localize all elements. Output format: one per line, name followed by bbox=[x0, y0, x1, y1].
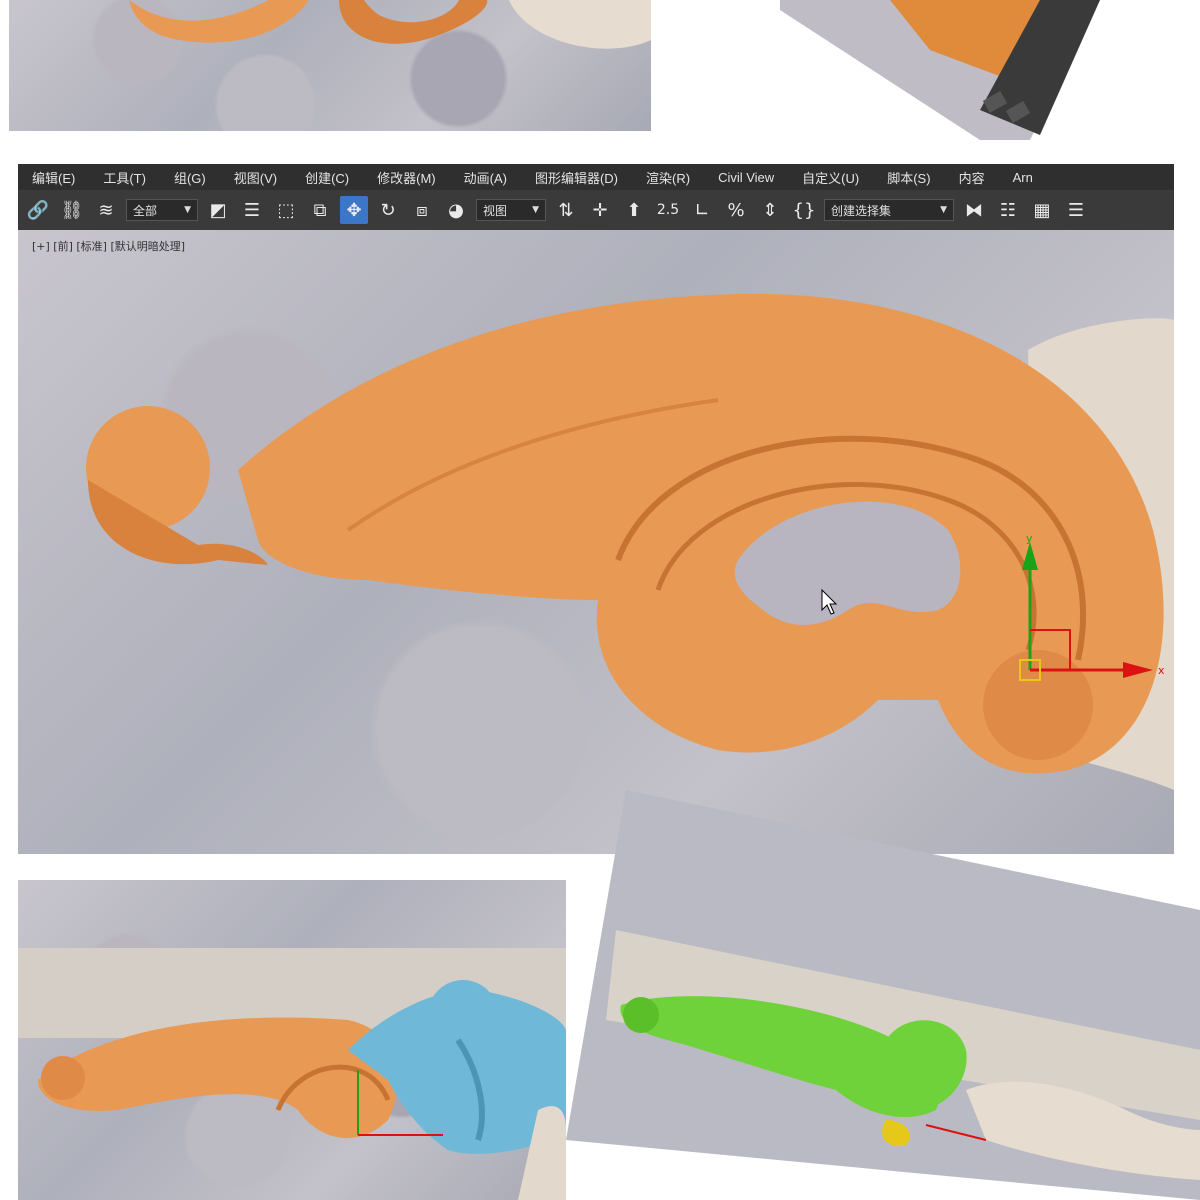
select-object-icon[interactable]: ◩ bbox=[204, 196, 232, 224]
move-icon[interactable]: ✥ bbox=[340, 196, 368, 224]
menu-content[interactable]: 内容 bbox=[945, 168, 999, 187]
link-icon[interactable]: 🔗 bbox=[24, 196, 52, 224]
named-selection-set-select[interactable]: 创建选择集 ▼ bbox=[824, 199, 954, 221]
menu-civil-view[interactable]: Civil View bbox=[704, 170, 788, 185]
selection-filter-select[interactable]: 全部 ▼ bbox=[126, 199, 198, 221]
unlink-icon[interactable]: ⛓ bbox=[58, 196, 86, 224]
scale-icon[interactable]: ⧈ bbox=[408, 196, 436, 224]
bind-spacewarp-icon[interactable]: ≋ bbox=[92, 196, 120, 224]
reference-coord-value: 视图 bbox=[483, 203, 508, 218]
layer-explorer-icon[interactable]: ▦ bbox=[1028, 196, 1056, 224]
top-right-tilted-view bbox=[780, 0, 1100, 140]
reference-coord-select[interactable]: 视图 ▼ bbox=[476, 199, 546, 221]
mirror-icon[interactable]: ⧓ bbox=[960, 196, 988, 224]
align-icon[interactable]: ☷ bbox=[994, 196, 1022, 224]
top-left-preview bbox=[9, 0, 651, 131]
rect-selection-icon[interactable]: ⬚ bbox=[272, 196, 300, 224]
menu-tools[interactable]: 工具(T) bbox=[89, 168, 160, 187]
bottom-right-tilted-carving bbox=[566, 790, 1200, 1200]
spinner-snap-icon[interactable]: ⇕ bbox=[756, 196, 784, 224]
chevron-down-icon: ▼ bbox=[184, 205, 191, 215]
chevron-down-icon: ▼ bbox=[532, 205, 539, 215]
front-viewport[interactable]: [+] [前] [标准] [默认明暗处理] y x bbox=[18, 230, 1174, 854]
menu-arnold[interactable]: Arn bbox=[999, 170, 1047, 185]
menu-scripting[interactable]: 脚本(S) bbox=[873, 168, 944, 187]
menu-bar: 编辑(E) 工具(T) 组(G) 视图(V) 创建(C) 修改器(M) 动画(A… bbox=[18, 164, 1174, 190]
keyboard-shortcut-icon[interactable]: ⬆ bbox=[620, 196, 648, 224]
main-3dsmax-window: 编辑(E) 工具(T) 组(G) 视图(V) 创建(C) 修改器(M) 动画(A… bbox=[18, 164, 1174, 854]
bottom-left-carving bbox=[18, 948, 566, 1200]
menu-rendering[interactable]: 渲染(R) bbox=[632, 168, 704, 187]
selection-filter-value: 全部 bbox=[133, 203, 158, 218]
named-selection-set-value: 创建选择集 bbox=[831, 203, 892, 218]
menu-customize[interactable]: 自定义(U) bbox=[788, 168, 873, 187]
rotate-icon[interactable]: ↻ bbox=[374, 196, 402, 224]
top-right-preview bbox=[780, 0, 1200, 140]
menu-graph-editors[interactable]: 图形编辑器(D) bbox=[521, 168, 632, 187]
menu-animation[interactable]: 动画(A) bbox=[450, 168, 521, 187]
edit-named-sets-icon[interactable]: {} bbox=[790, 196, 818, 224]
menu-group[interactable]: 组(G) bbox=[160, 168, 220, 187]
menu-modifiers[interactable]: 修改器(M) bbox=[363, 168, 450, 187]
top-left-carving bbox=[129, 0, 651, 49]
select-manipulate-icon[interactable]: ✛ bbox=[586, 196, 614, 224]
window-crossing-icon[interactable]: ⧉ bbox=[306, 196, 334, 224]
menu-create[interactable]: 创建(C) bbox=[291, 168, 363, 187]
carving-model: y x bbox=[86, 293, 1174, 790]
placement-icon[interactable]: ◕ bbox=[442, 196, 470, 224]
menu-view[interactable]: 视图(V) bbox=[220, 168, 291, 187]
bottom-right-preview bbox=[566, 790, 1200, 1200]
angle-snap-icon[interactable]: ∟ bbox=[688, 196, 716, 224]
chevron-down-icon: ▼ bbox=[940, 205, 947, 215]
select-by-name-icon[interactable]: ☰ bbox=[238, 196, 266, 224]
pivot-icon[interactable]: ⇅ bbox=[552, 196, 580, 224]
snap-2_5-icon[interactable]: 2.5 bbox=[654, 196, 682, 224]
gizmo-x-label: x bbox=[1158, 664, 1165, 677]
gizmo-y-label: y bbox=[1026, 532, 1033, 545]
main-toolbar: 🔗 ⛓ ≋ 全部 ▼ ◩ ☰ ⬚ ⧉ ✥ ↻ ⧈ ◕ 视图 ▼ ⇅ ✛ ⬆ 2.… bbox=[18, 190, 1174, 230]
scene-explorer-icon[interactable]: ☰ bbox=[1062, 196, 1090, 224]
menu-edit[interactable]: 编辑(E) bbox=[18, 168, 89, 187]
percent-snap-icon[interactable]: % bbox=[722, 196, 750, 224]
bottom-left-preview bbox=[18, 880, 566, 1200]
snap-label: 2.5 bbox=[656, 202, 680, 218]
